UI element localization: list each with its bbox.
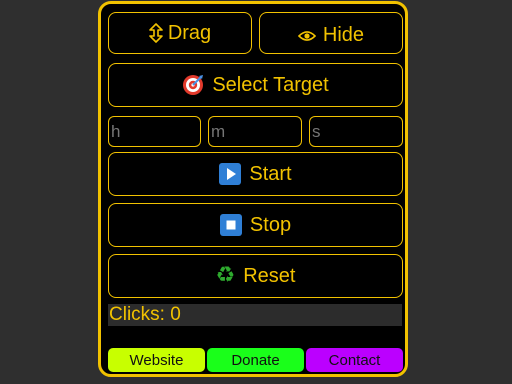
reset-button[interactable]: ♻ Reset — [108, 254, 403, 298]
website-link[interactable]: Website — [108, 348, 205, 372]
start-button-label: Start — [249, 162, 292, 185]
hours-input[interactable] — [108, 116, 201, 147]
auto-clicker-panel: Drag Hide Select Target h m s Start Stop… — [98, 1, 408, 377]
website-link-label: Website — [129, 351, 184, 369]
clicks-counter: Clicks: 0 — [108, 304, 402, 326]
stop-button-label: Stop — [249, 213, 292, 236]
drag-button[interactable]: Drag — [108, 12, 252, 54]
donate-link[interactable]: Donate — [207, 348, 304, 372]
donate-link-label: Donate — [231, 351, 280, 369]
up-down-arrow-icon — [149, 23, 163, 43]
drag-button-label: Drag — [167, 21, 212, 44]
hide-button-label: Hide — [322, 24, 365, 46]
play-icon — [219, 163, 242, 185]
recycle-icon: ♻ — [215, 263, 236, 288]
seconds-input[interactable] — [309, 116, 403, 147]
select-target-label: Select Target — [212, 73, 329, 96]
target-dart-icon — [182, 74, 204, 96]
eye-icon — [297, 30, 316, 42]
hide-button[interactable]: Hide — [259, 12, 403, 54]
select-target-button[interactable]: Select Target — [108, 63, 403, 107]
stop-icon — [219, 214, 242, 236]
start-button[interactable]: Start — [108, 152, 403, 196]
reset-button-label: Reset — [243, 264, 296, 287]
contact-link[interactable]: Contact — [306, 348, 403, 372]
contact-link-label: Contact — [328, 351, 381, 369]
stop-button[interactable]: Stop — [108, 203, 403, 247]
minutes-input[interactable] — [208, 116, 302, 147]
